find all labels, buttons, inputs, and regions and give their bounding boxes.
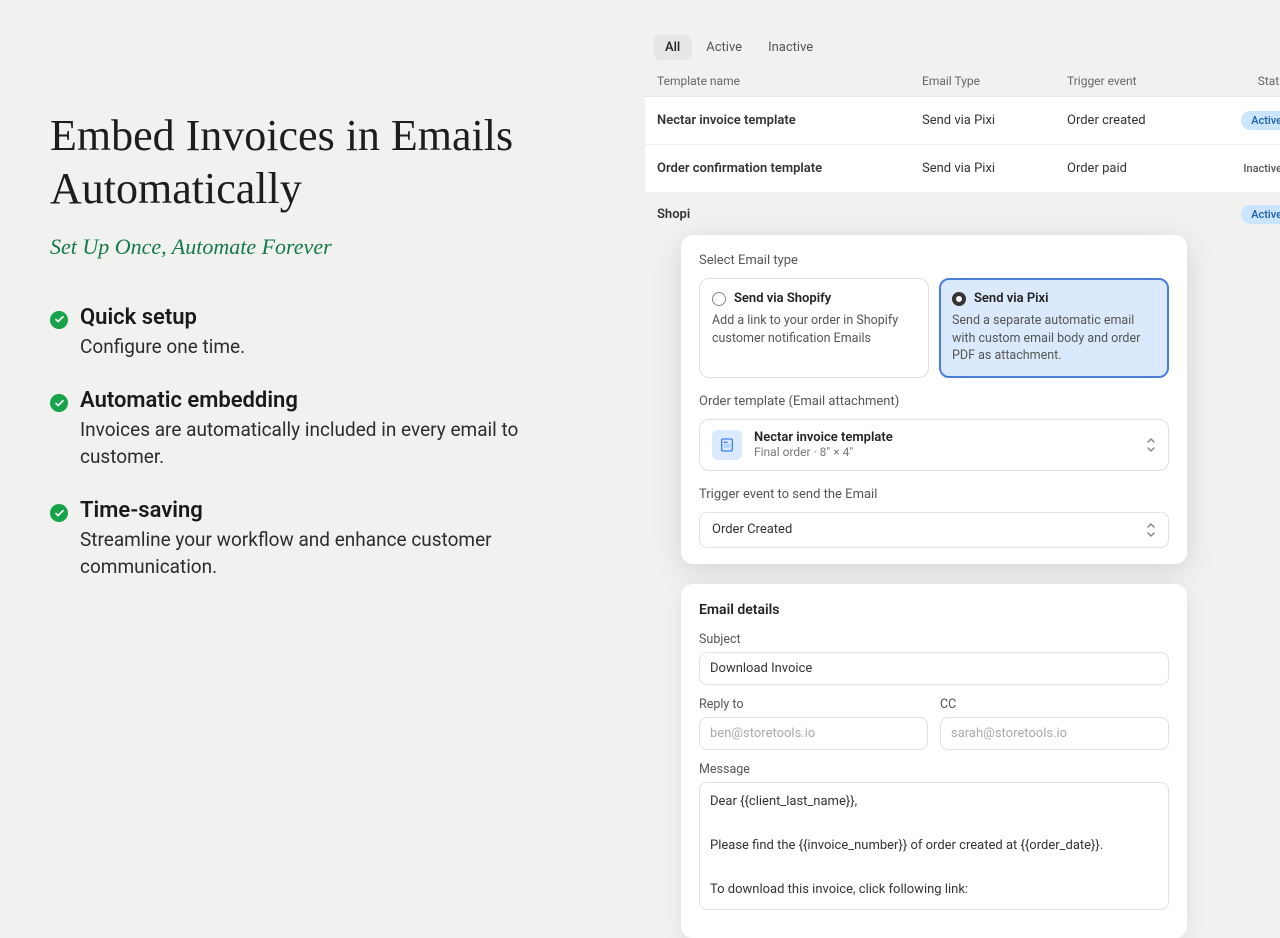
table-header: Template name Email Type Trigger event S… <box>645 66 1280 97</box>
radio-icon <box>712 292 726 306</box>
chevron-up-down-icon <box>1146 522 1156 538</box>
feature-auto-embed: Automatic embedding Invoices are automat… <box>50 388 595 470</box>
reply-to-input[interactable] <box>699 717 928 750</box>
row-name: Order confirmation template <box>657 161 922 176</box>
option-desc: Send a separate automatic email with cus… <box>952 312 1156 365</box>
cc-input[interactable] <box>940 717 1169 750</box>
feature-quick-setup: Quick setup Configure one time. <box>50 305 595 361</box>
col-trigger: Trigger event <box>1067 74 1212 88</box>
row-trigger: Order created <box>1067 113 1212 128</box>
email-details-title: Email details <box>699 602 1169 618</box>
message-input[interactable]: Dear {{client_last_name}}, Please find t… <box>699 782 1169 910</box>
template-icon <box>712 430 742 460</box>
template-sub: Final order · 8″ × 4″ <box>754 445 1134 459</box>
table-row[interactable]: Nectar invoice template Send via Pixi Or… <box>645 97 1280 145</box>
tab-bar: All Active Inactive <box>645 35 1280 60</box>
row-type: Send via Pixi <box>922 113 1067 128</box>
subject-input[interactable] <box>699 652 1169 685</box>
option-title: Send via Shopify <box>734 291 831 306</box>
tab-all[interactable]: All <box>653 35 692 60</box>
email-details-card: Email details Subject Reply to CC Messag… <box>681 584 1187 938</box>
order-template-label: Order template (Email attachment) <box>699 394 1169 409</box>
option-desc: Add a link to your order in Shopify cust… <box>712 312 916 347</box>
marketing-headline: Embed Invoices in Emails Automatically <box>50 110 595 216</box>
check-icon <box>50 394 68 412</box>
trigger-value: Order Created <box>712 522 792 537</box>
feature-title: Time-saving <box>80 498 595 523</box>
status-badge: Inactive <box>1233 159 1280 178</box>
tab-inactive[interactable]: Inactive <box>756 35 825 60</box>
table-row[interactable]: Order confirmation template Send via Pix… <box>645 145 1280 193</box>
option-title: Send via Pixi <box>974 291 1049 306</box>
row-type: Send via Pixi <box>922 161 1067 176</box>
template-picker[interactable]: Nectar invoice template Final order · 8″… <box>699 419 1169 471</box>
trigger-label: Trigger event to send the Email <box>699 487 1169 502</box>
template-name: Nectar invoice template <box>754 430 1134 445</box>
cc-label: CC <box>940 697 1169 712</box>
feature-desc: Invoices are automatically included in e… <box>80 417 595 470</box>
row-trigger: Order paid <box>1067 161 1212 176</box>
row-name: Shopi <box>657 207 922 222</box>
marketing-subhead: Set Up Once, Automate Forever <box>50 234 595 260</box>
tab-active[interactable]: Active <box>694 35 754 60</box>
table-row[interactable]: Shopi Active <box>645 193 1280 238</box>
feature-desc: Streamline your workflow and enhance cus… <box>80 527 595 580</box>
email-type-label: Select Email type <box>699 253 1169 268</box>
check-icon <box>50 311 68 329</box>
status-badge: Active <box>1241 205 1280 224</box>
status-badge: Active <box>1241 111 1280 130</box>
option-send-via-shopify[interactable]: Send via Shopify Add a link to your orde… <box>699 278 929 378</box>
radio-icon <box>952 292 966 306</box>
col-status: Status <box>1212 74 1280 88</box>
config-card: Select Email type Send via Shopify Add a… <box>681 235 1187 564</box>
row-name: Nectar invoice template <box>657 113 922 128</box>
col-name: Template name <box>657 74 922 88</box>
option-send-via-pixi[interactable]: Send via Pixi Send a separate automatic … <box>939 278 1169 378</box>
trigger-select[interactable]: Order Created <box>699 512 1169 548</box>
message-label: Message <box>699 762 1169 777</box>
check-icon <box>50 504 68 522</box>
feature-title: Automatic embedding <box>80 388 595 413</box>
feature-title: Quick setup <box>80 305 595 330</box>
chevron-up-down-icon <box>1146 437 1156 453</box>
reply-to-label: Reply to <box>699 697 928 712</box>
feature-time-saving: Time-saving Streamline your workflow and… <box>50 498 595 580</box>
col-type: Email Type <box>922 74 1067 88</box>
subject-label: Subject <box>699 632 1169 647</box>
feature-desc: Configure one time. <box>80 334 595 361</box>
